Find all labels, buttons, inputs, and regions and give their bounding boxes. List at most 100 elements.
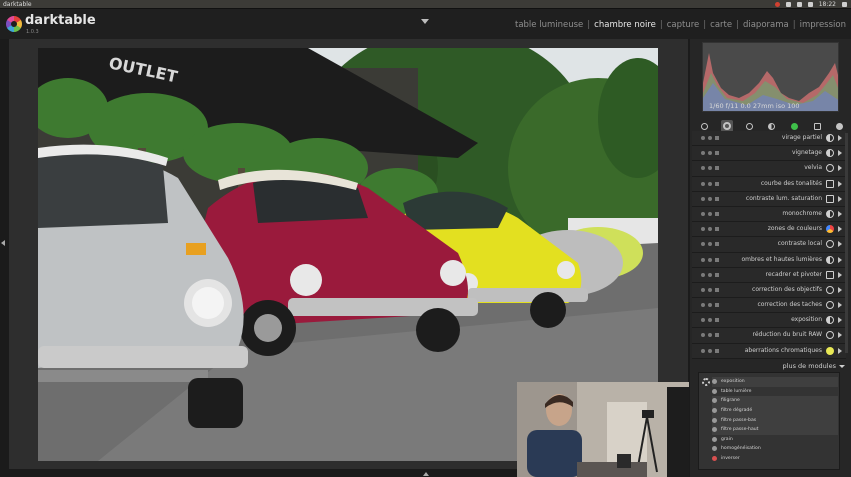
volume-icon[interactable] — [807, 2, 813, 7]
reset-icon[interactable] — [708, 348, 712, 353]
view-tab[interactable]: chambre noire — [594, 20, 656, 30]
multi-instance-icon[interactable] — [701, 348, 705, 353]
module-row[interactable]: vignetage — [692, 146, 846, 162]
expand-arrow-icon[interactable] — [838, 150, 842, 157]
module-power-icon[interactable] — [826, 194, 834, 203]
view-tab[interactable]: table lumineuse — [515, 20, 583, 30]
reset-icon[interactable] — [708, 272, 712, 277]
reset-icon[interactable] — [708, 333, 712, 338]
multi-instance-icon[interactable] — [701, 151, 705, 156]
presets-icon[interactable] — [715, 303, 719, 308]
reset-icon[interactable] — [708, 136, 712, 140]
expand-arrow-icon[interactable] — [838, 302, 842, 309]
multi-instance-icon[interactable] — [701, 287, 705, 292]
histogram[interactable]: 1/60 f/11 0.0 27mm iso 100 — [702, 42, 839, 112]
collapse-left-panel-icon[interactable] — [1, 240, 5, 246]
module-row[interactable]: exposition — [692, 313, 846, 329]
presets-icon[interactable] — [715, 318, 719, 323]
module-power-icon[interactable] — [826, 270, 834, 279]
more-module-item[interactable]: inverser — [712, 454, 838, 464]
more-module-item[interactable]: homogénéisation — [712, 444, 838, 454]
module-row[interactable]: virage partiel — [692, 131, 846, 147]
power-icon[interactable] — [842, 2, 847, 7]
reset-icon[interactable] — [708, 287, 712, 292]
view-tab[interactable]: impression — [800, 20, 846, 30]
presets-icon[interactable] — [715, 136, 719, 140]
reset-icon[interactable] — [708, 166, 712, 171]
collapse-bottom-panel-icon[interactable] — [423, 472, 429, 476]
multi-instance-icon[interactable] — [701, 257, 705, 262]
expand-arrow-icon[interactable] — [838, 195, 842, 202]
collapse-top-panel-icon[interactable] — [421, 19, 429, 24]
module-power-icon[interactable] — [826, 149, 834, 158]
expand-arrow-icon[interactable] — [838, 180, 842, 187]
expand-arrow-icon[interactable] — [838, 286, 842, 293]
module-row[interactable]: zones de couleurs — [692, 222, 846, 238]
multi-instance-icon[interactable] — [701, 333, 705, 338]
reset-icon[interactable] — [708, 257, 712, 262]
multi-instance-icon[interactable] — [701, 181, 705, 186]
presets-icon[interactable] — [715, 242, 719, 247]
presets-icon[interactable] — [715, 287, 719, 292]
module-power-icon[interactable] — [826, 209, 834, 218]
module-power-icon[interactable] — [826, 255, 834, 264]
module-power-icon[interactable] — [826, 331, 834, 340]
multi-instance-icon[interactable] — [701, 227, 705, 232]
module-power-icon[interactable] — [826, 301, 834, 310]
more-module-item[interactable]: filtre passe-bas — [712, 415, 838, 425]
module-scrollbar[interactable] — [845, 133, 848, 353]
reset-icon[interactable] — [708, 196, 712, 201]
module-row[interactable]: correction des taches — [692, 298, 846, 314]
presets-icon[interactable] — [715, 166, 719, 171]
presets-icon[interactable] — [715, 211, 719, 216]
expand-arrow-icon[interactable] — [838, 165, 842, 172]
expand-arrow-icon[interactable] — [838, 210, 842, 217]
view-tab[interactable]: carte — [710, 20, 732, 30]
expand-arrow-icon[interactable] — [838, 347, 842, 354]
record-icon[interactable] — [774, 2, 780, 7]
reset-icon[interactable] — [708, 227, 712, 232]
module-row[interactable]: recadrer et pivoter — [692, 267, 846, 283]
expand-arrow-icon[interactable] — [838, 135, 842, 141]
more-module-item[interactable]: filigrane — [712, 396, 838, 406]
multi-instance-icon[interactable] — [701, 318, 705, 323]
reset-icon[interactable] — [708, 151, 712, 156]
more-module-item[interactable]: exposition — [712, 377, 838, 387]
reset-icon[interactable] — [708, 318, 712, 323]
module-row[interactable]: correction des objectifs — [692, 282, 846, 299]
multi-instance-icon[interactable] — [701, 242, 705, 247]
module-row[interactable]: velvia — [692, 161, 846, 177]
module-power-icon[interactable] — [826, 285, 834, 294]
multi-instance-icon[interactable] — [701, 166, 705, 171]
module-row[interactable]: contraste local — [692, 237, 846, 253]
reset-icon[interactable] — [708, 211, 712, 216]
multi-instance-icon[interactable] — [701, 136, 705, 140]
presets-icon[interactable] — [715, 181, 719, 186]
more-modules-header[interactable]: plus de modules — [783, 362, 845, 370]
view-tab[interactable]: capture — [667, 20, 700, 30]
multi-instance-icon[interactable] — [701, 211, 705, 216]
module-power-icon[interactable] — [826, 316, 834, 325]
presets-icon[interactable] — [715, 151, 719, 156]
presets-icon[interactable] — [715, 257, 719, 262]
multi-instance-icon[interactable] — [701, 272, 705, 277]
expand-arrow-icon[interactable] — [838, 241, 842, 248]
reset-icon[interactable] — [708, 303, 712, 308]
presets-icon[interactable] — [715, 333, 719, 338]
multi-instance-icon[interactable] — [701, 303, 705, 308]
module-row[interactable]: ombres et hautes lumières — [692, 252, 846, 268]
reset-icon[interactable] — [708, 242, 712, 247]
module-power-icon[interactable] — [826, 240, 834, 249]
more-module-item[interactable]: filtre passe-haut — [712, 424, 838, 435]
presets-gear-icon[interactable] — [702, 378, 710, 386]
network-icon[interactable] — [796, 2, 802, 7]
expand-arrow-icon[interactable] — [838, 317, 842, 324]
module-power-icon[interactable] — [826, 164, 834, 173]
module-row[interactable]: courbe des tonalités — [692, 176, 846, 192]
expand-arrow-icon[interactable] — [838, 271, 842, 278]
module-row[interactable]: réduction du bruit RAW — [692, 328, 846, 344]
presets-icon[interactable] — [715, 196, 719, 201]
module-power-icon[interactable] — [826, 179, 834, 188]
expand-arrow-icon[interactable] — [838, 332, 842, 339]
view-tab[interactable]: diaporama — [743, 20, 789, 30]
